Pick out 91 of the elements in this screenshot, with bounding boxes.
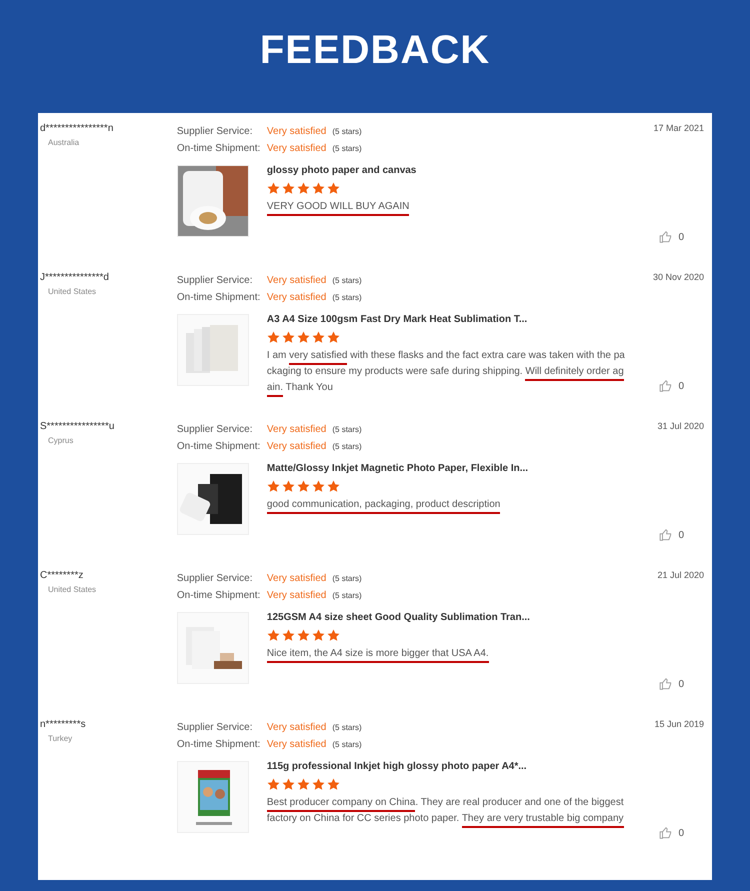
rating-value: Very satisfied: [266, 275, 326, 286]
rating-stars-text: (5 stars): [332, 442, 362, 451]
star-icon: [296, 182, 310, 195]
star-icon: [312, 331, 325, 344]
product-name[interactable]: A3 A4 Size 100gsm Fast Dry Mark Heat Sublimation T...: [266, 314, 627, 325]
rating-label: Supplier Service:: [176, 126, 254, 137]
thumbs-up-icon[interactable]: [659, 528, 674, 542]
buyer-name: n*********s: [40, 719, 87, 730]
star-icon: [266, 778, 280, 791]
star-icon: [282, 480, 295, 493]
rating-value: Very satisfied: [266, 722, 326, 733]
review-comment: VERY GOOD WILL BUY AGAIN: [266, 199, 627, 215]
buyer-name: S****************u: [40, 421, 116, 432]
rating-stars-text: (5 stars): [332, 591, 362, 600]
like-count: 0: [678, 380, 684, 392]
star-icon: [282, 778, 295, 791]
like-count: 0: [678, 828, 684, 838]
star-icon: [312, 480, 325, 493]
review-date: 17 Mar 2021: [653, 123, 704, 133]
star-icon: [326, 331, 340, 344]
rating-label: On-time Shipment:: [176, 441, 262, 452]
star-icon: [266, 182, 280, 195]
rating-label: On-time Shipment:: [176, 292, 262, 303]
rating-value: Very satisfied: [266, 143, 326, 154]
star-icon: [296, 480, 310, 493]
like-count: 0: [678, 678, 684, 690]
page-title: FEEDBACK: [260, 28, 490, 73]
rating-stars-text: (5 stars): [332, 127, 362, 136]
star-icon: [282, 331, 295, 344]
buyer-name: C********z: [40, 570, 84, 581]
star-icon: [282, 182, 295, 195]
thumbs-up-icon[interactable]: [659, 379, 674, 393]
product-name[interactable]: glossy photo paper and canvas: [266, 165, 627, 176]
buyer-name: d****************n: [40, 123, 114, 134]
like-count: 0: [678, 232, 684, 242]
star-icon: [282, 629, 295, 642]
star-icon: [266, 331, 280, 344]
star-icon: [326, 629, 340, 642]
buyer-country: Australia: [48, 138, 80, 147]
star-icon: [296, 778, 310, 791]
rating-label: Supplier Service:: [176, 573, 254, 584]
rating-stars-text: (5 stars): [332, 740, 362, 749]
rating-label: Supplier Service:: [176, 722, 254, 733]
rating-value: Very satisfied: [266, 573, 326, 584]
review-date: 31 Jul 2020: [657, 421, 704, 431]
star-icon: [296, 331, 310, 344]
rating-stars-text: (5 stars): [332, 293, 362, 302]
star-icon: [312, 182, 325, 195]
product-name[interactable]: Matte/Glossy Inkjet Magnetic Photo Paper, Flexible In...: [266, 463, 627, 474]
review-comment: Nice item, the A4 size is more bigger that USA A4.: [266, 646, 627, 662]
review-date: 30 Nov 2020: [652, 272, 704, 282]
review-comment: Best producer company on China. They are real producer and one of the biggest factory on China for CC series photo paper. They are very trustable big company: [266, 795, 627, 827]
buyer-country: Cyprus: [48, 436, 74, 445]
review-comment: I am very satisfied with these flasks and the fact extra care was taken with the packaging to ensure my products were safe during shipping. Will definitely order again. Thank You: [266, 348, 627, 396]
star-icon: [266, 480, 280, 493]
review-comment: good communication, packaging, product description: [266, 497, 627, 513]
star-icon: [312, 778, 325, 791]
star-icon: [326, 778, 340, 791]
star-icon: [326, 182, 340, 195]
star-icon: [312, 629, 325, 642]
rating-value: Very satisfied: [266, 441, 326, 452]
rating-label: On-time Shipment:: [176, 590, 262, 601]
star-icon: [326, 480, 340, 493]
rating-value: Very satisfied: [266, 126, 326, 137]
rating-value: Very satisfied: [266, 424, 326, 435]
buyer-country: United States: [48, 585, 98, 594]
rating-stars-text: (5 stars): [332, 574, 362, 583]
rating-value: Very satisfied: [266, 739, 326, 750]
rating-stars-text: (5 stars): [332, 144, 362, 153]
rating-stars-text: (5 stars): [332, 276, 362, 285]
review-date: 21 Jul 2020: [657, 570, 704, 580]
rating-value: Very satisfied: [266, 590, 326, 601]
thumbs-up-icon[interactable]: [659, 677, 674, 691]
like-count: 0: [678, 530, 684, 540]
thumbs-up-icon[interactable]: [659, 230, 674, 244]
rating-label: Supplier Service:: [176, 424, 254, 435]
rating-stars-text: (5 stars): [332, 425, 362, 434]
rating-value: Very satisfied: [266, 292, 326, 303]
star-icon: [266, 629, 280, 642]
rating-stars-text: (5 stars): [332, 723, 362, 732]
buyer-country: United States: [48, 287, 98, 296]
rating-label: On-time Shipment:: [176, 143, 262, 154]
product-name[interactable]: 115g professional Inkjet high glossy photo paper A4*...: [266, 761, 627, 772]
review-date: 15 Jun 2019: [654, 719, 704, 729]
rating-label: On-time Shipment:: [176, 739, 262, 750]
star-icon: [296, 629, 310, 642]
buyer-country: Turkey: [48, 734, 74, 743]
product-name[interactable]: 125GSM A4 size sheet Good Quality Sublimation Tran...: [266, 612, 627, 623]
rating-label: Supplier Service:: [176, 275, 254, 286]
buyer-name: J***************d: [40, 272, 110, 283]
thumbs-up-icon[interactable]: [659, 826, 674, 840]
